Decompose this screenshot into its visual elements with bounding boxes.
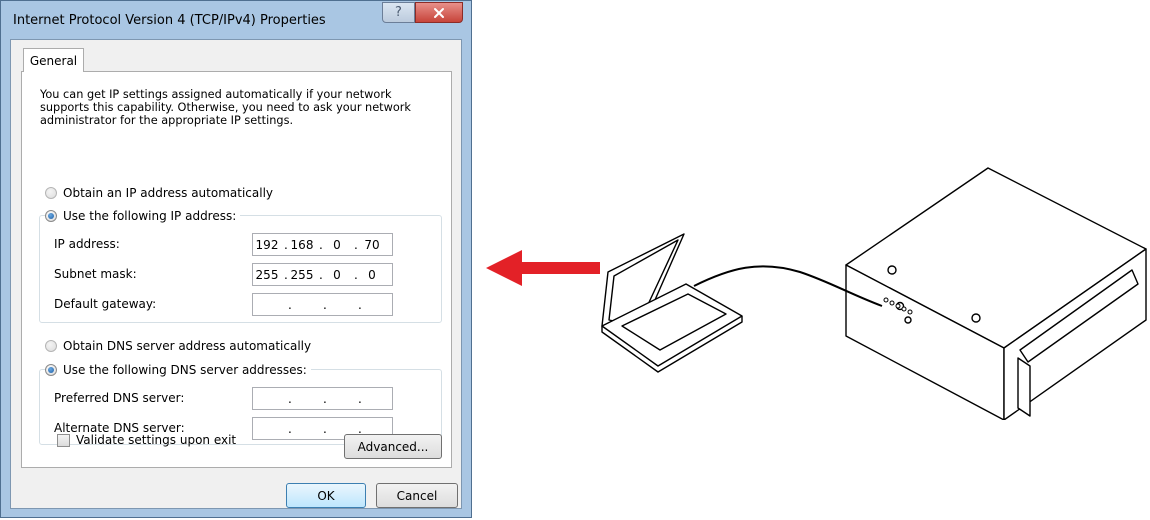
octet-4: 0 — [368, 268, 376, 282]
radio-button[interactable] — [45, 210, 57, 222]
general-tab-page: You can get IP settings assigned automat… — [21, 71, 452, 468]
ip-address-input[interactable]: 192 . 168 . 0 . 70 — [252, 233, 393, 256]
preferred-dns-input[interactable]: . . . — [252, 387, 393, 410]
advanced-button-label: Advanced... — [357, 439, 429, 454]
ipv4-properties-dialog: Internet Protocol Version 4 (TCP/IPv4) P… — [0, 0, 472, 518]
octet-3: 0 — [333, 268, 341, 282]
subnet-mask-label: Subnet mask: — [54, 267, 137, 281]
octet-1: 255 — [255, 268, 279, 282]
laptop-device-illustration — [601, 167, 1147, 420]
help-icon: ? — [395, 5, 402, 20]
validate-settings-checkbox[interactable]: Validate settings upon exit — [57, 433, 236, 447]
octet-3: 0 — [333, 238, 341, 252]
cancel-button[interactable]: Cancel — [376, 483, 458, 508]
advanced-button[interactable]: Advanced... — [344, 434, 442, 459]
octet-2: 168 — [290, 238, 314, 252]
radio-label: Obtain an IP address automatically — [63, 186, 274, 200]
left-arrow-icon — [486, 250, 600, 286]
title-bar: Internet Protocol Version 4 (TCP/IPv4) P… — [1, 1, 471, 39]
tab-general-label: General — [29, 53, 78, 68]
checkbox-box[interactable] — [57, 433, 70, 447]
default-gateway-input[interactable]: . . . — [252, 293, 393, 316]
ok-button[interactable]: OK — [286, 483, 366, 508]
radio-button[interactable] — [45, 364, 57, 376]
octet-1: 192 — [255, 238, 279, 252]
subnet-mask-input[interactable]: 255 . 255 . 0 . 0 — [252, 263, 393, 286]
tab-general[interactable]: General — [23, 48, 84, 72]
close-button[interactable] — [415, 2, 463, 23]
radio-label: Obtain DNS server address automatically — [63, 339, 312, 353]
radio-button[interactable] — [45, 187, 57, 199]
cancel-button-label: Cancel — [396, 488, 438, 503]
close-icon — [434, 7, 444, 18]
default-gateway-label: Default gateway: — [54, 297, 157, 311]
preferred-dns-label: Preferred DNS server: — [54, 391, 185, 405]
radio-label: Use the following IP address: — [63, 209, 237, 223]
ok-button-label: OK — [317, 488, 335, 503]
octet-4: 70 — [364, 238, 380, 252]
radio-label: Use the following DNS server addresses: — [63, 363, 307, 377]
help-button[interactable]: ? — [382, 2, 415, 23]
radio-obtain-dns-auto[interactable]: Obtain DNS server address automatically — [45, 339, 316, 353]
dialog-title: Internet Protocol Version 4 (TCP/IPv4) P… — [13, 13, 326, 28]
radio-button[interactable] — [45, 340, 57, 352]
radio-use-following-dns[interactable]: Use the following DNS server addresses: — [45, 363, 311, 377]
checkbox-label: Validate settings upon exit — [76, 433, 237, 447]
octet-2: 255 — [290, 268, 314, 282]
dialog-body: General You can get IP settings assigned… — [10, 39, 462, 509]
radio-use-following-ip[interactable]: Use the following IP address: — [45, 209, 241, 223]
ip-address-label: IP address: — [54, 237, 120, 251]
radio-obtain-ip-auto[interactable]: Obtain an IP address automatically — [45, 186, 278, 200]
description-text: You can get IP settings assigned automat… — [40, 88, 411, 127]
